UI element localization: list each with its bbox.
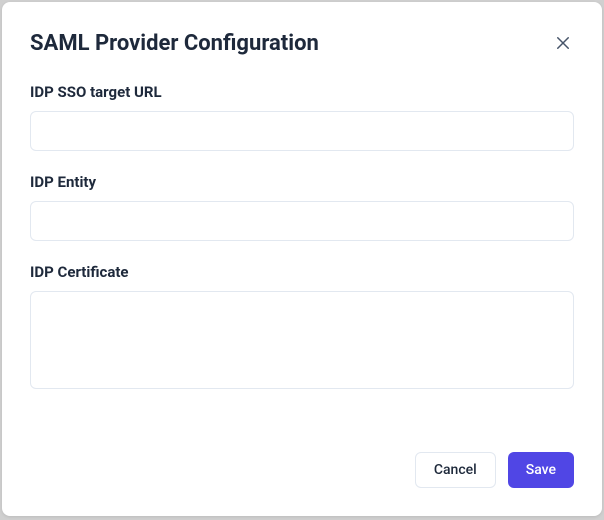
sso-url-group: IDP SSO target URL: [30, 83, 574, 151]
cancel-button[interactable]: Cancel: [415, 452, 496, 488]
save-button[interactable]: Save: [508, 452, 574, 488]
sso-url-label: IDP SSO target URL: [30, 83, 574, 101]
sso-url-input[interactable]: [30, 111, 574, 151]
modal-footer: Cancel Save: [30, 452, 574, 488]
close-button[interactable]: [552, 32, 574, 54]
entity-group: IDP Entity: [30, 173, 574, 241]
entity-input[interactable]: [30, 201, 574, 241]
modal-title: SAML Provider Configuration: [30, 30, 319, 59]
entity-label: IDP Entity: [30, 173, 574, 191]
certificate-input[interactable]: [30, 291, 574, 389]
certificate-group: IDP Certificate: [30, 263, 574, 393]
saml-config-modal: SAML Provider Configuration IDP SSO targ…: [2, 2, 602, 516]
modal-header: SAML Provider Configuration: [30, 30, 574, 59]
certificate-label: IDP Certificate: [30, 263, 574, 281]
close-icon: [554, 34, 572, 52]
